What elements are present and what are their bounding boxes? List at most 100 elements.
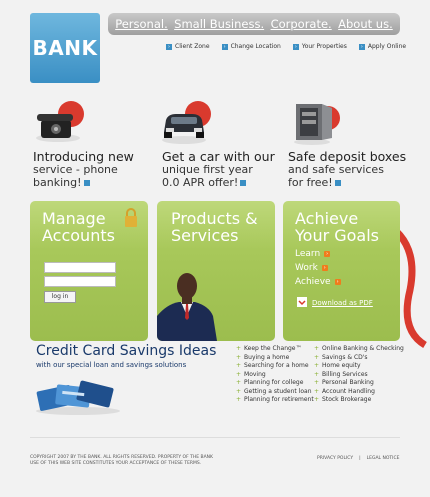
link-label: Learn [295,249,321,259]
nav-small-business[interactable]: Small Business. [174,17,264,31]
feature-line: 0.0 APR offer! [162,176,239,189]
panel-title: Your Goals [295,226,380,245]
list-item-label: Stock Brokerage [322,396,372,403]
plus-icon: + [236,379,242,386]
arrow-icon: › [334,279,341,285]
plus-icon: + [236,396,242,403]
goal-link-achieve[interactable]: Achieve › [295,275,341,289]
subnav-label: Change Location [230,43,281,50]
panel-title: Accounts [42,226,115,245]
list-item[interactable]: + Home equity [314,362,404,371]
subnav-your-properties[interactable]: › Your Properties [292,43,347,50]
footer-links: PRIVACY POLICY | LEGAL NOTICE [317,456,399,462]
download-pdf-link[interactable]: Download as PDF [312,299,373,307]
list-item[interactable]: + Online Banking & Checking [314,345,404,354]
feature-line: banking! [33,176,82,189]
goal-link-work[interactable]: Work › [295,261,341,275]
list-item[interactable]: + Searching for a home [236,362,314,371]
plus-icon: + [236,362,242,369]
panel-products-services: Products & Services [157,201,275,341]
link-label: Achieve [295,277,331,287]
feature-line: service - phone [33,163,118,176]
feature-line: unique first year [162,163,253,176]
car-icon [162,101,211,144]
section-subtitle: with our special loan and savings soluti… [36,361,187,369]
login-button[interactable]: log in [44,291,76,303]
feature-safe-deposit: Safe deposit boxes and safe services for… [288,150,413,189]
plus-icon: + [236,345,242,352]
goal-link-learn[interactable]: Learn › [295,247,341,261]
list-item-label: Personal Banking [322,379,374,386]
list-item[interactable]: + Savings & CD's [314,354,404,363]
copyright: COPYRIGHT 2007 BY THE BANK. ALL RIGHTS R… [30,455,213,467]
panel-title: Manage [42,209,106,228]
panel-title: Products & [171,209,258,228]
list-item[interactable]: + Getting a student loan [236,388,314,397]
plus-icon: + [314,387,320,395]
plus-icon: + [314,345,320,352]
list-item-label: Home equity [322,362,361,369]
plus-icon: + [314,379,320,386]
arrow-icon: › [324,251,331,257]
list-item-label: Planning for retirement [244,396,314,403]
username-field[interactable] [44,262,116,273]
arrow-icon[interactable] [334,180,341,186]
list-item-label: Online Banking & Checking [322,345,404,352]
footer-divider [30,437,400,438]
nav-corporate[interactable]: Corporate. [271,17,332,31]
list-item[interactable]: + Keep the Change™ [236,345,314,354]
subnav-apply-online[interactable]: › Apply Online [358,43,407,50]
list-item[interactable]: + Buying a home [236,354,314,363]
panel-manage-accounts: Manage Accounts log in [30,201,148,341]
list-item[interactable]: + Stock Brokerage [314,396,404,405]
panel-title: Achieve [295,209,359,228]
credit-cards-image [36,380,120,415]
list-item-label: Planning for college [244,379,304,386]
lock-icon [125,208,137,227]
services-list-left: + Keep the Change™ + Buying a home + Search… [236,345,314,405]
plus-icon: + [236,387,242,395]
list-item[interactable]: + Personal Banking [314,379,404,388]
list-item[interactable]: + Moving [236,371,314,380]
feature-headline: Introducing new [33,149,134,164]
list-item-label: Getting a student loan [244,387,312,395]
legal-notice-link[interactable]: LEGAL NOTICE [367,456,400,462]
feature-phone-banking: Introducing new service - phone banking! [33,150,158,189]
panel-title: Services [171,226,239,245]
copyright-line: USE OF THIS WEB SITE CONSTITUTES YOUR AC… [30,461,202,466]
arrow-icon[interactable] [83,180,90,186]
list-item-label: Moving [244,370,266,378]
list-item-label: Searching for a home [244,362,309,369]
top-nav: Personal. Small Business. Corporate. Abo… [108,13,400,35]
nav-about-us[interactable]: About us. [338,17,393,31]
list-item[interactable]: + Billing Services [314,371,404,380]
nav-personal[interactable]: Personal. [115,17,168,31]
plus-icon: + [236,370,242,378]
list-item[interactable]: + Account Handling [314,388,404,397]
plus-icon: + [236,353,242,361]
phone-icon [36,101,84,142]
subnav-label: Apply Online [367,43,407,50]
feature-headline: Get a car with our [162,149,275,164]
list-item-label: Account Handling [322,387,375,395]
bank-logo[interactable]: BANK [30,13,100,83]
plus-icon: + [314,370,320,378]
list-item-label: Buying a home [244,353,290,361]
subnav-client-zone[interactable]: › Client Zone [166,43,210,50]
privacy-policy-link[interactable]: PRIVACY POLICY [317,456,353,462]
subnav-change-location[interactable]: › Change Location [221,43,281,50]
list-item[interactable]: + Planning for college [236,379,314,388]
password-field[interactable] [44,276,116,287]
arrow-icon: › [321,265,328,271]
feature-line: and safe services [288,163,384,176]
arrow-icon: › [166,43,172,50]
arrow-icon: › [358,43,365,50]
subnav-label: Client Zone [175,43,210,50]
panel-achieve-goals: Achieve Your Goals Learn › Work › Achieve ›… [283,201,400,341]
arrow-icon[interactable] [240,180,247,186]
plus-icon: + [314,362,320,369]
section-title: Credit Card Savings Ideas [36,343,217,359]
feature-headline: Safe deposit boxes [288,149,407,164]
subnav-label: Your Properties [301,43,347,50]
list-item[interactable]: + Planning for retirement [236,396,314,405]
